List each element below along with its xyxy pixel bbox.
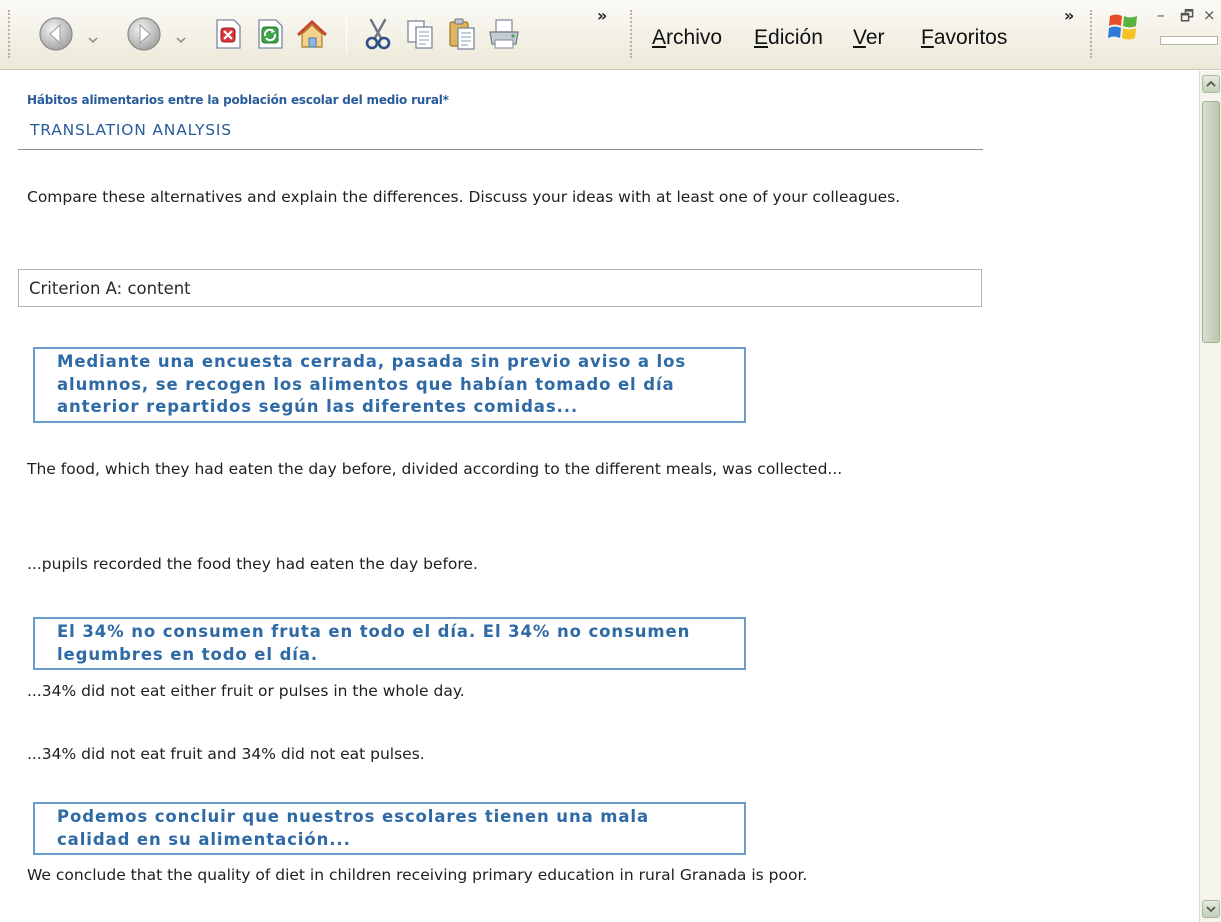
menu-edicion[interactable]: Edición [754,26,823,50]
toolbar-separator [346,16,347,54]
translation-2a: ...34% did not eat either fruit or pulse… [27,682,465,700]
source-quote-3: Podemos concluir que nuestros escolares … [33,802,746,855]
toolbar-grip[interactable] [8,10,11,58]
paste-icon[interactable] [442,14,482,54]
section-heading: TRANSLATION ANALYSIS [30,121,232,139]
menu-ver-accel: V [853,26,866,49]
toolbar-mini-field[interactable] [1160,36,1218,45]
vertical-scrollbar[interactable] [1199,71,1221,922]
forward-arrow-icon[interactable] [124,14,164,54]
criterion-label: Criterion A: content [29,279,191,298]
menubar-overflow-chevron[interactable]: » [1064,6,1074,25]
menu-favoritos[interactable]: Favoritos [921,26,1007,50]
scroll-thumb[interactable] [1202,101,1220,343]
source-quote-1: Mediante una encuesta cerrada, pasada si… [33,347,746,423]
translation-1b: ...pupils recorded the food they had eat… [27,555,478,573]
source-quote-2: El 34% no consumen fruta en todo el día.… [33,617,746,670]
toolbar-overflow-chevron[interactable]: » [597,6,607,25]
home-icon[interactable] [292,14,332,54]
menu-ver[interactable]: Ver [853,26,885,50]
refresh-icon[interactable] [250,14,290,54]
forward-dropdown-icon[interactable] [176,36,186,44]
menu-archivo-accel: A [652,26,667,49]
translation-1a: The food, which they had eaten the day b… [27,460,843,478]
menu-ver-label: er [865,26,885,49]
chevron-up-icon [1206,80,1216,87]
criterion-box: Criterion A: content [18,269,982,307]
menu-favoritos-label: avoritos [933,26,1008,49]
translation-2b: ...34% did not eat fruit and 34% did not… [27,745,425,763]
scroll-down-button[interactable] [1202,900,1220,918]
close-button[interactable]: × [1203,6,1216,24]
restore-button[interactable]: 🗗 [1180,6,1194,31]
minimize-button[interactable]: – [1157,6,1165,24]
menu-archivo-label: rchivo [666,26,723,49]
instructions-text: Compare these alternatives and explain t… [27,188,901,206]
stop-icon[interactable] [208,14,248,54]
menu-favoritos-accel: F [921,26,934,49]
translation-3a: We conclude that the quality of diet in … [27,866,808,884]
logo-grip [1090,10,1093,58]
menubar-grip[interactable] [630,10,633,58]
site-title: Hábitos alimentarios entre la población … [27,93,449,107]
copy-icon[interactable] [400,14,440,54]
menu-archivo[interactable]: Archivo [652,26,722,50]
printer-icon[interactable] [484,14,524,54]
scissors-icon[interactable] [358,14,398,54]
browser-toolbar: » Archivo Edición Ver Favoritos » – 🗗 × [0,0,1221,70]
page-content: Hábitos alimentarios entre la población … [0,71,1198,922]
windows-logo-icon [1108,14,1137,40]
menu-edicion-accel: E [754,26,769,49]
menu-edicion-label: dición [768,26,823,49]
back-dropdown-icon[interactable] [88,36,98,44]
scroll-up-button[interactable] [1202,75,1220,93]
chevron-down-icon [1206,906,1216,913]
back-arrow-icon[interactable] [36,14,76,54]
heading-divider [18,149,983,150]
